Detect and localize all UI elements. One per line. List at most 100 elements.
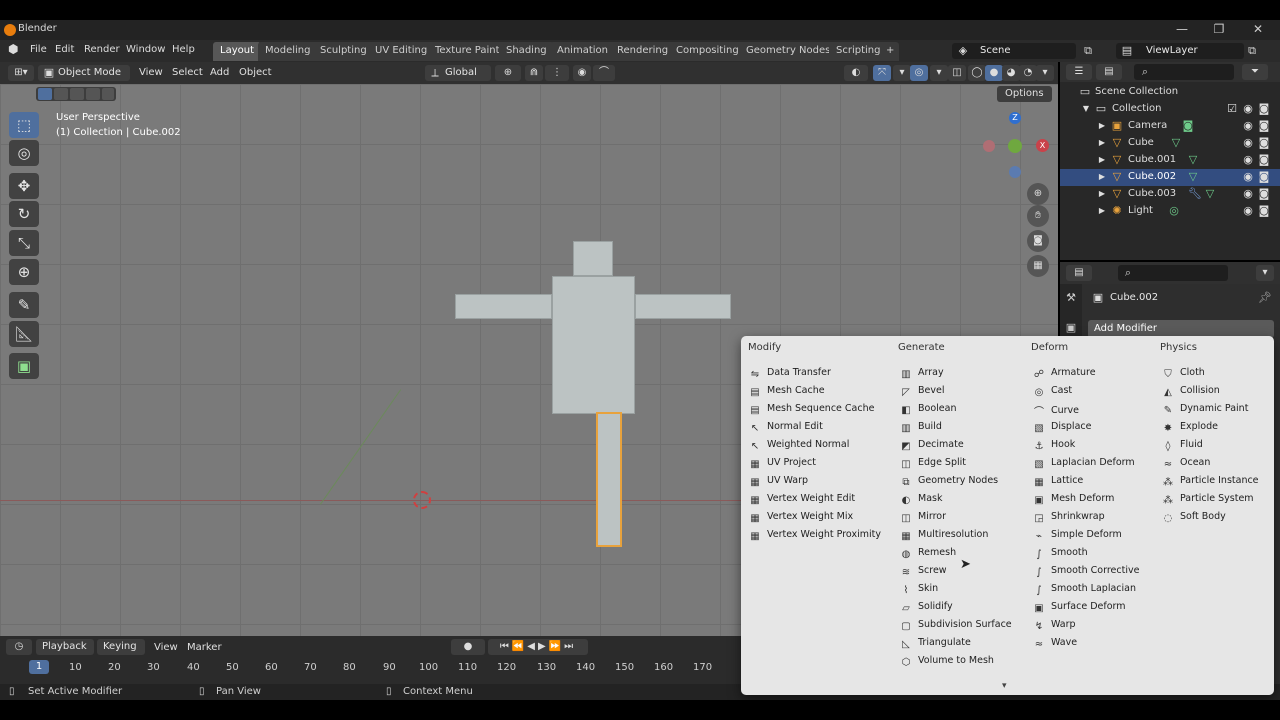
chevron-down-icon[interactable]: ▼ [1080, 103, 1092, 115]
gizmo-y-axis[interactable] [1008, 139, 1022, 153]
scene-selector[interactable]: Scene [952, 43, 1076, 59]
pin-icon[interactable]: 📌︎ [1258, 292, 1272, 304]
add-workspace-button[interactable]: + [881, 42, 900, 61]
menu-item-collision[interactable]: ◭ Collision [1162, 385, 1220, 403]
add-cube-tool-icon[interactable]: ▣ [9, 353, 39, 379]
new-view-layer-icon[interactable]: ⧉ [1246, 45, 1258, 57]
menu-item-uv-project[interactable]: ▦ UV Project [749, 457, 816, 475]
menu-item-cloth[interactable]: ⛉ Cloth [1162, 367, 1205, 385]
outliner-row-cube-002[interactable]: ▶ ▽ Cube.002 ▽ ◉ ◙ [1060, 169, 1280, 186]
menu-item-explode[interactable]: ✸ Explode [1162, 421, 1218, 439]
gizmo-neg-z-axis[interactable] [1009, 166, 1021, 178]
select-box-tool-icon[interactable]: ⬚ [9, 112, 39, 138]
annotate-tool-icon[interactable]: ✎ [9, 292, 39, 318]
tab-geometry-nodes[interactable]: Geometry Nodes [739, 42, 838, 61]
menu-file[interactable]: File [30, 44, 47, 55]
right-arm-mesh[interactable] [635, 294, 731, 319]
menu-item-array[interactable]: ▥ Array [900, 367, 943, 385]
menu-item-simple-deform[interactable]: ⌁ Simple Deform [1033, 529, 1122, 547]
eye-icon[interactable]: ◉ [1242, 103, 1254, 115]
camera-render-icon[interactable]: ◙ [1258, 171, 1270, 183]
shading-rendered-icon[interactable]: ◔ [1019, 65, 1037, 81]
menu-item-vertex-weight-proximity[interactable]: ▦ Vertex Weight Proximity [749, 529, 881, 547]
menu-item-geometry-nodes[interactable]: ⧉ Geometry Nodes [900, 475, 998, 493]
camera-render-icon[interactable]: ◙ [1258, 137, 1270, 149]
menu-item-mesh-cache[interactable]: ▤ Mesh Cache [749, 385, 824, 403]
menu-item-multiresolution[interactable]: ▦ Multiresolution [900, 529, 988, 547]
menu-render[interactable]: Render [84, 44, 120, 55]
head-mesh[interactable] [573, 241, 613, 276]
gizmo-z-axis[interactable]: Z [1009, 112, 1021, 124]
cursor-tool-icon[interactable]: ◎ [9, 140, 39, 166]
menu-item-mesh-sequence-cache[interactable]: ▤ Mesh Sequence Cache [749, 403, 874, 421]
pan-hand-icon[interactable]: ✋︎ [1027, 205, 1049, 227]
menu-item-armature[interactable]: ☍ Armature [1033, 367, 1096, 385]
menu-object[interactable]: Object [239, 67, 272, 78]
shading-dropdown-icon[interactable]: ▾ [1036, 65, 1054, 81]
menu-help[interactable]: Help [172, 44, 195, 55]
chevron-right-icon[interactable]: ▶ [1096, 120, 1108, 132]
menu-item-bevel[interactable]: ◸ Bevel [900, 385, 944, 403]
visibility-icon[interactable]: ◐ [844, 65, 868, 81]
proportional-editing-icon[interactable]: ◉ [573, 65, 591, 81]
xray-icon[interactable]: ◫ [948, 65, 966, 81]
options-dropdown[interactable]: Options [997, 86, 1052, 102]
timeline-marker-menu[interactable]: Marker [187, 642, 222, 653]
overlay-toggle-icon[interactable]: ◎ [910, 65, 928, 81]
tab-shading[interactable]: Shading [499, 42, 554, 61]
chevron-right-icon[interactable]: ▶ [1096, 137, 1108, 149]
menu-item-screw[interactable]: ≋ Screw [900, 565, 947, 583]
selection-mode-buttons[interactable] [36, 87, 116, 101]
close-window-button[interactable]: ✕ [1248, 22, 1268, 38]
move-tool-icon[interactable]: ✥ [9, 173, 39, 199]
new-scene-icon[interactable]: ⧉ [1082, 45, 1094, 57]
mesh-data-icon[interactable]: ▽ [1204, 188, 1216, 200]
tool-tab-icon[interactable]: ⚒ [1065, 292, 1077, 304]
falloff-icon[interactable]: ⌒ [593, 65, 615, 81]
menu-item-data-transfer[interactable]: ⇋ Data Transfer [749, 367, 831, 385]
eye-icon[interactable]: ◉ [1242, 171, 1254, 183]
camera-render-icon[interactable]: ◙ [1258, 154, 1270, 166]
menu-item-weighted-normal[interactable]: ↖ Weighted Normal [749, 439, 850, 457]
maximize-button[interactable]: ❐ [1209, 22, 1229, 38]
left-arm-mesh[interactable] [455, 294, 552, 319]
properties-editor-icon[interactable]: ▤ [1066, 265, 1092, 281]
measure-tool-icon[interactable]: 📐︎ [9, 321, 39, 347]
eye-icon[interactable]: ◉ [1242, 188, 1254, 200]
camera-render-icon[interactable]: ◙ [1258, 103, 1270, 115]
display-mode-icon[interactable]: ▤ [1096, 64, 1122, 80]
mesh-data-icon[interactable]: ▽ [1170, 137, 1182, 149]
exclude-checkbox[interactable]: ☑ [1226, 103, 1238, 115]
menu-item-mesh-deform[interactable]: ▣ Mesh Deform [1033, 493, 1114, 511]
tab-compositing[interactable]: Compositing [669, 42, 746, 61]
menu-item-subdivision-surface[interactable]: ▢ Subdivision Surface [900, 619, 1011, 637]
tab-animation[interactable]: Animation [550, 42, 615, 61]
record-icon[interactable]: ● [451, 639, 485, 655]
select-intersect-icon[interactable] [102, 88, 114, 100]
timeline-editor-icon[interactable]: ◷ [6, 639, 32, 655]
render-tab-icon[interactable]: ▣ [1065, 322, 1077, 334]
camera-render-icon[interactable]: ◙ [1258, 120, 1270, 132]
eye-icon[interactable]: ◉ [1242, 120, 1254, 132]
3d-cursor-icon[interactable] [413, 491, 431, 509]
menu-item-ocean[interactable]: ≈ Ocean [1162, 457, 1211, 475]
menu-item-particle-system[interactable]: ⁂ Particle System [1162, 493, 1254, 511]
menu-item-laplacian-deform[interactable]: ▧ Laplacian Deform [1033, 457, 1134, 475]
menu-select[interactable]: Select [172, 67, 203, 78]
tab-rendering[interactable]: Rendering [610, 42, 676, 61]
menu-item-normal-edit[interactable]: ↖ Normal Edit [749, 421, 823, 439]
menu-item-mirror[interactable]: ◫ Mirror [900, 511, 946, 529]
menu-item-skin[interactable]: ⌇ Skin [900, 583, 939, 601]
chevron-right-icon[interactable]: ▶ [1096, 154, 1108, 166]
menu-item-displace[interactable]: ▧ Displace [1033, 421, 1091, 439]
mesh-data-icon[interactable]: ▽ [1187, 171, 1199, 183]
timeline-view-menu[interactable]: View [154, 642, 178, 653]
eye-icon[interactable]: ◉ [1242, 137, 1254, 149]
menu-add[interactable]: Add [210, 67, 229, 78]
menu-view[interactable]: View [139, 67, 163, 78]
scale-tool-icon[interactable]: ⤡ [9, 230, 39, 256]
tab-uv-editing[interactable]: UV Editing [368, 42, 435, 61]
scene-collection-row[interactable]: ▭ Scene Collection [1060, 84, 1280, 101]
gizmo-toggle-icon[interactable]: ⤧ [873, 65, 891, 81]
menu-item-mask[interactable]: ◐ Mask [900, 493, 943, 511]
